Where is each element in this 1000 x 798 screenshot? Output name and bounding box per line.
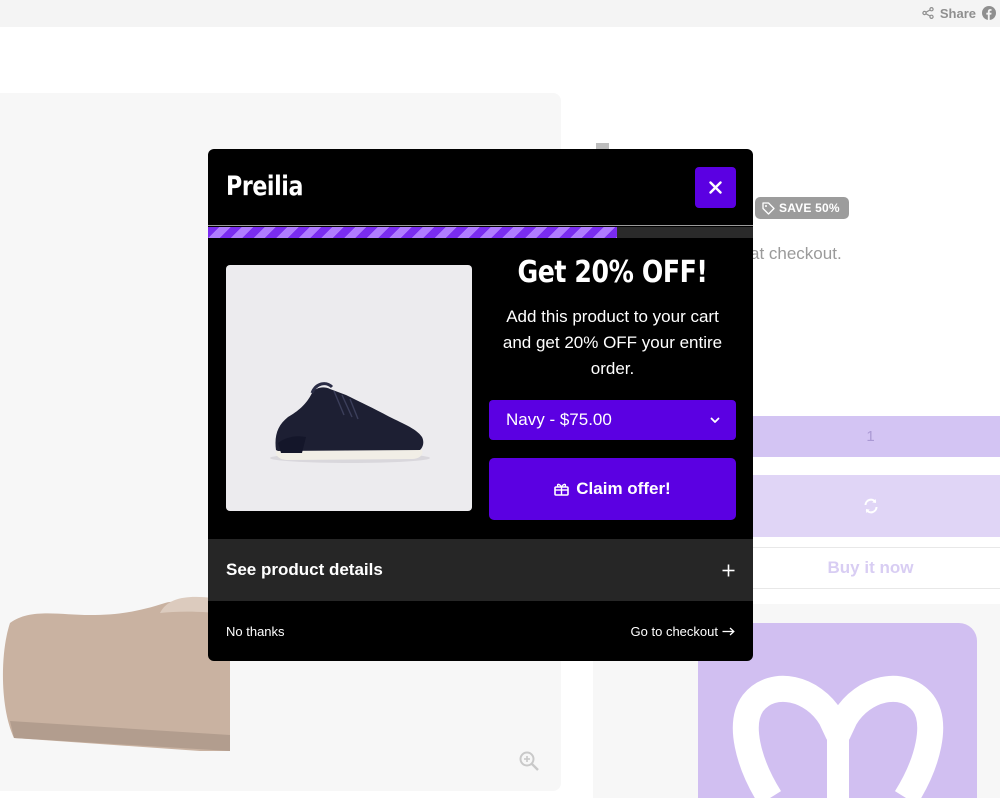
- no-thanks-link[interactable]: No thanks: [226, 624, 285, 639]
- buy-it-now-button[interactable]: Buy it now: [741, 547, 1000, 589]
- plus-icon: [722, 564, 735, 576]
- arrow-right-icon: [722, 627, 735, 635]
- modal-header: Preilia: [208, 149, 753, 226]
- go-to-checkout-label: Go to checkout: [630, 623, 718, 639]
- product-details-toggle[interactable]: See product details: [208, 539, 753, 601]
- share-icon: [922, 7, 934, 19]
- chevron-down-icon: [710, 417, 720, 423]
- product-image: [226, 265, 472, 511]
- offer-progress-bar: [208, 227, 753, 238]
- brand-logo: Preilia: [226, 171, 304, 202]
- offer-progress-fill: [208, 227, 617, 238]
- top-bar: Share: [0, 0, 1000, 27]
- offer-column: Get 20% OFF! Add this product to your ca…: [489, 255, 736, 382]
- tag-icon: [762, 201, 775, 215]
- claim-offer-button[interactable]: Claim offer!: [489, 458, 736, 520]
- loafer-image: [2, 596, 230, 751]
- facebook-icon[interactable]: [982, 6, 996, 20]
- save-badge: SAVE 50%: [755, 197, 849, 219]
- variant-selected-value: Navy - $75.00: [506, 410, 612, 429]
- claim-offer-label: Claim offer!: [576, 479, 671, 498]
- quantity-input[interactable]: 1: [741, 416, 1000, 457]
- go-to-checkout-link[interactable]: Go to checkout: [631, 624, 735, 639]
- close-icon: [709, 181, 722, 194]
- variant-select[interactable]: Navy - $75.00: [489, 400, 736, 440]
- gift-icon: [554, 483, 570, 496]
- add-to-cart-button[interactable]: [741, 475, 1000, 537]
- share-label: Share: [939, 5, 976, 21]
- checkout-note: at checkout.: [750, 244, 842, 263]
- refresh-icon: [864, 498, 877, 514]
- product-details-label: See product details: [226, 560, 383, 579]
- sneaker-image: [270, 382, 430, 463]
- zoom-in-icon[interactable]: [518, 750, 540, 772]
- save-badge-label: SAVE 50%: [779, 201, 840, 215]
- modal-footer: No thanks Go to checkout: [208, 601, 753, 661]
- close-button[interactable]: [695, 167, 736, 208]
- share-button[interactable]: Share: [922, 4, 996, 22]
- offer-description: Add this product to your cart and get 20…: [502, 307, 723, 378]
- offer-title: Get 20% OFF!: [517, 255, 708, 290]
- upsell-modal: Preilia Get 20% OFF! Add this product to…: [208, 149, 753, 661]
